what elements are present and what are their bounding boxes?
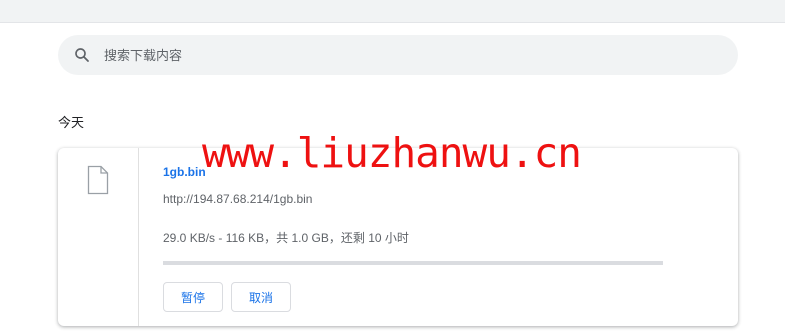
watermark-text: www.liuzhanwu.cn — [202, 129, 582, 177]
progress-bar — [163, 261, 663, 265]
section-date-label: 今天 — [58, 115, 85, 130]
download-status: 29.0 KB/s - 116 KB，共 1.0 GB，还剩 10 小时 — [163, 231, 409, 245]
file-url[interactable]: http://194.87.68.214/1gb.bin — [163, 192, 312, 206]
cancel-button[interactable]: 取消 — [231, 282, 291, 312]
top-strip — [0, 0, 785, 23]
pause-button[interactable]: 暂停 — [163, 282, 223, 312]
file-icon — [87, 165, 109, 200]
search-bar[interactable] — [58, 35, 738, 75]
search-input[interactable] — [104, 40, 664, 70]
search-icon[interactable] — [62, 46, 102, 64]
file-icon-column — [58, 148, 139, 326]
file-name-link[interactable]: 1gb.bin — [163, 165, 206, 179]
